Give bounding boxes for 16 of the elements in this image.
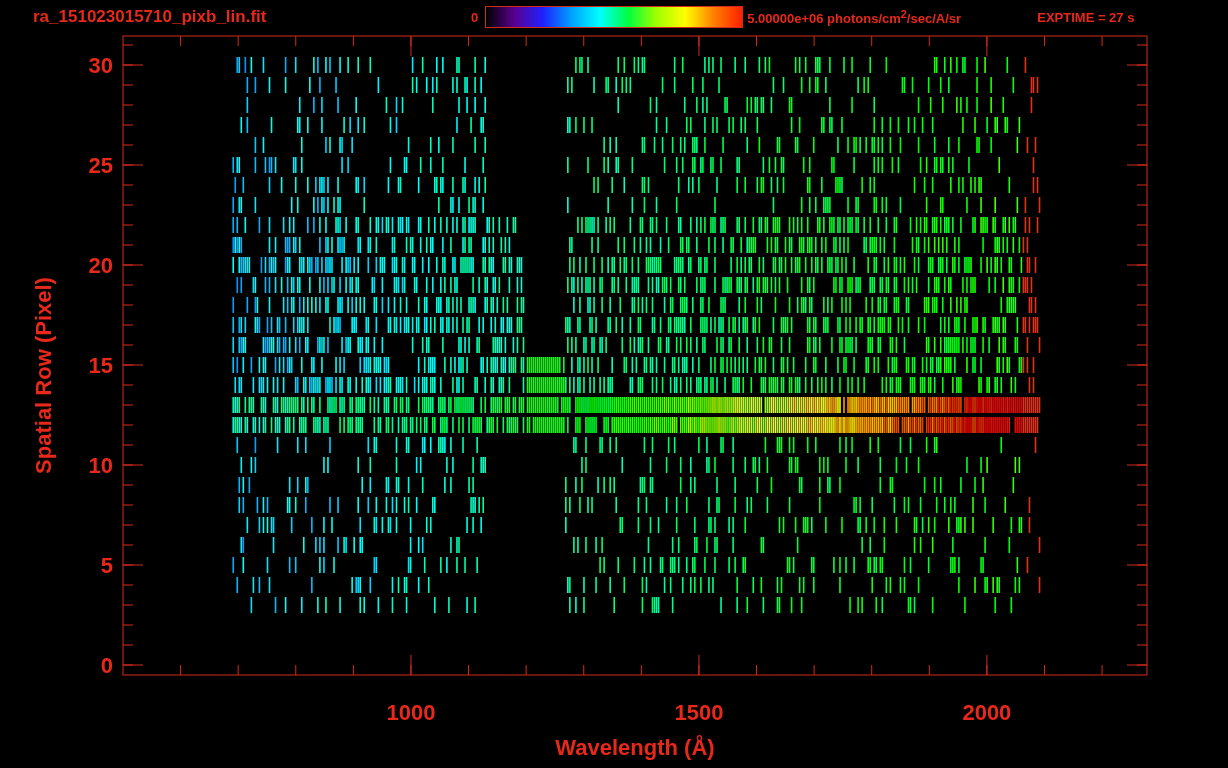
x-axis-label: Wavelength (Å) <box>555 735 715 760</box>
x-tick-label: 1500 <box>674 700 724 725</box>
x-tick-label: 1000 <box>386 700 436 725</box>
colorbar-max-label: 5.00000e+06 photons/cm$^{2}$/sec/A/sr <box>747 7 963 27</box>
x-tick-label: 2000 <box>962 700 1012 725</box>
y-tick-label: 5 <box>100 553 113 578</box>
file-title: ra_151023015710_pixb_lin.fit <box>33 7 268 27</box>
y-axis-label: Spatial Row (Pixel) <box>31 277 56 474</box>
y-tick-label: 30 <box>88 53 113 78</box>
y-tick-label: 20 <box>88 253 113 278</box>
y-tick-label: 25 <box>88 153 113 178</box>
y-tick-label: 0 <box>100 653 113 678</box>
colorbar-min-label: 0 <box>471 9 479 25</box>
exposure-time: EXPTIME = 27 s <box>1037 9 1135 25</box>
y-tick-label: 10 <box>88 453 113 478</box>
y-tick-label: 15 <box>88 353 113 378</box>
